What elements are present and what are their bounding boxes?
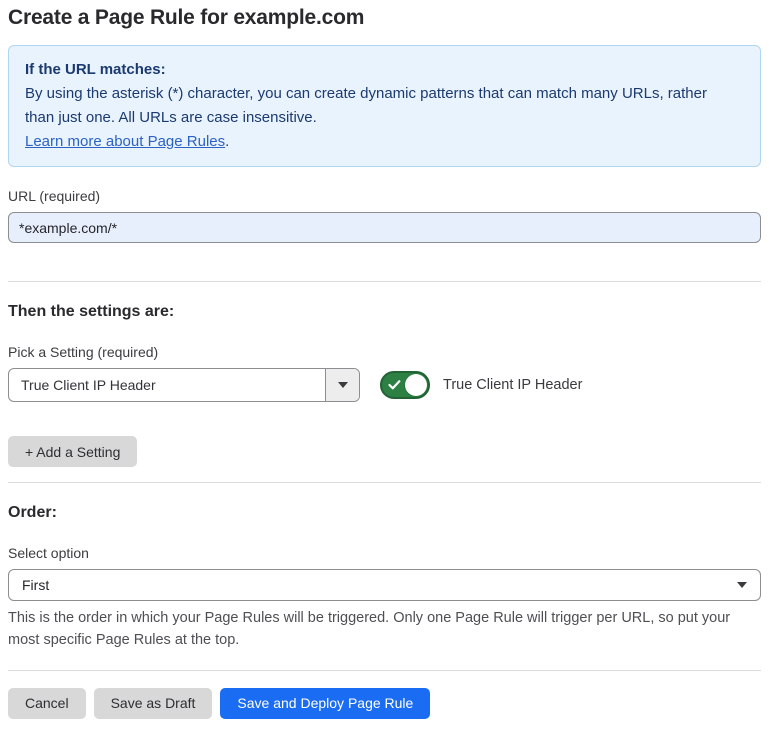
info-box-heading: If the URL matches: (25, 58, 744, 81)
settings-section-heading: Then the settings are: (8, 303, 761, 321)
order-section-heading: Order: (8, 504, 761, 522)
select-arrow-box[interactable] (325, 369, 359, 401)
page-rule-form: Create a Page Rule for example.com If th… (8, 6, 761, 719)
info-box-body: By using the asterisk (*) character, you… (25, 82, 725, 129)
url-match-info-box: If the URL matches: By using the asteris… (8, 45, 761, 167)
order-select[interactable]: First (8, 569, 761, 601)
url-field-label: URL (required) (8, 188, 761, 204)
pick-setting-label: Pick a Setting (required) (8, 344, 761, 360)
toggle-knob (405, 374, 427, 396)
chevron-down-icon (338, 382, 348, 388)
setting-select[interactable]: True Client IP Header (8, 368, 360, 402)
link-period: . (225, 133, 229, 150)
chevron-down-icon (737, 582, 747, 588)
footer-actions: Cancel Save as Draft Save and Deploy Pag… (8, 688, 761, 719)
setting-toggle-label: True Client IP Header (443, 377, 582, 393)
cancel-button[interactable]: Cancel (8, 688, 86, 719)
setting-select-value: True Client IP Header (9, 369, 168, 401)
divider (8, 670, 761, 671)
add-setting-button[interactable]: + Add a Setting (8, 436, 137, 467)
setting-toggle[interactable] (380, 371, 430, 399)
save-deploy-button[interactable]: Save and Deploy Page Rule (220, 688, 430, 719)
order-select-value: First (22, 577, 49, 593)
setting-row: True Client IP Header True Client IP Hea… (8, 368, 761, 402)
learn-more-link[interactable]: Learn more about Page Rules (25, 133, 225, 150)
info-link-line: Learn more about Page Rules. (25, 130, 744, 153)
save-draft-button[interactable]: Save as Draft (94, 688, 213, 719)
order-help-text: This is the order in which your Page Rul… (8, 608, 753, 652)
divider (8, 281, 761, 282)
page-title: Create a Page Rule for example.com (8, 6, 761, 30)
order-select-label: Select option (8, 545, 761, 561)
check-icon (388, 380, 401, 391)
divider (8, 482, 761, 483)
url-input[interactable] (8, 212, 761, 243)
